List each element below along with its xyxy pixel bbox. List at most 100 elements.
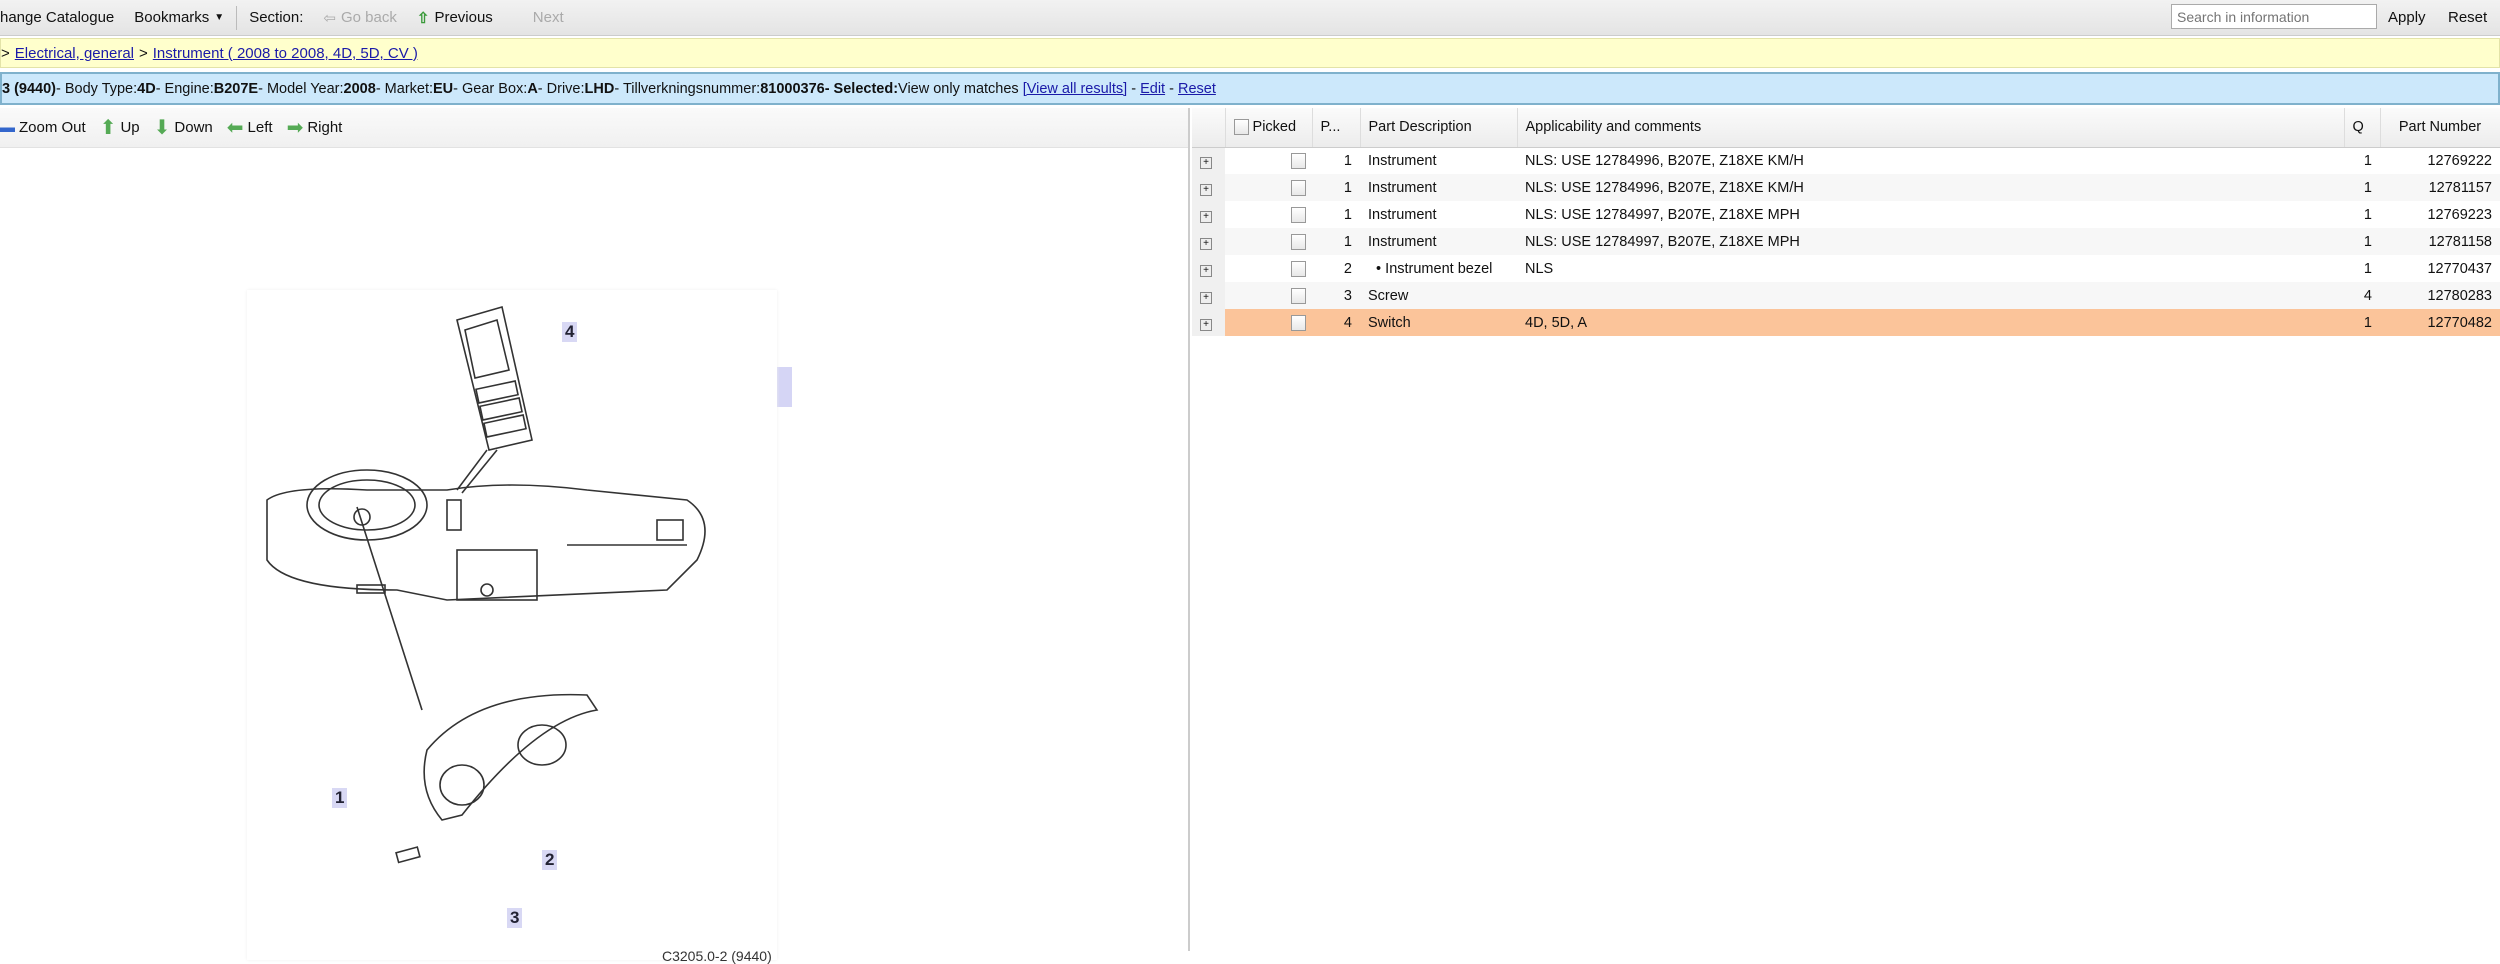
expand-icon[interactable]: + bbox=[1200, 156, 1212, 169]
part-number-cell[interactable]: 12780283 bbox=[2380, 282, 2500, 309]
part-number-cell[interactable]: 12781157 bbox=[2380, 174, 2500, 201]
info-label: - Market: bbox=[375, 80, 434, 97]
callout-3[interactable]: 3 bbox=[507, 908, 523, 928]
callout-2[interactable]: 2 bbox=[542, 850, 558, 870]
search-input[interactable] bbox=[2171, 4, 2377, 29]
part-number-column-header[interactable]: Part Number bbox=[2380, 108, 2500, 148]
description-cell: Instrument bbox=[1360, 228, 1517, 255]
position-cell: 1 bbox=[1312, 174, 1360, 201]
description-cell: Instrument bbox=[1360, 174, 1517, 201]
zoom-out-icon: ▬ bbox=[0, 119, 15, 136]
table-row[interactable]: + 1 Instrument NLS: USE 12784997, B207E,… bbox=[1192, 201, 2500, 228]
applicability-cell: NLS: USE 12784996, B207E, Z18XE KM/H bbox=[1517, 174, 2344, 201]
select-all-checkbox[interactable] bbox=[1233, 119, 1249, 136]
expand-icon[interactable]: + bbox=[1200, 291, 1212, 304]
edit-link[interactable]: Edit bbox=[1140, 81, 1165, 97]
description-cell: Switch bbox=[1360, 309, 1517, 336]
zoom-out-button[interactable]: ▬ Zoom Out bbox=[0, 119, 86, 136]
expand-icon[interactable]: + bbox=[1200, 318, 1212, 331]
left-label: Left bbox=[247, 119, 273, 136]
table-row[interactable]: + 1 Instrument NLS: USE 12784996, B207E,… bbox=[1192, 174, 2500, 201]
picked-checkbox[interactable] bbox=[1291, 152, 1306, 169]
position-column-header[interactable]: P... bbox=[1312, 108, 1361, 148]
expand-icon[interactable]: + bbox=[1200, 264, 1212, 277]
info-label: - Tillverkningsnummer: bbox=[614, 80, 761, 97]
description-cell: Instrument bbox=[1368, 152, 1437, 169]
picked-checkbox[interactable] bbox=[1291, 260, 1306, 277]
applicability-cell: NLS bbox=[1525, 260, 1554, 277]
expand-cell: + bbox=[1192, 147, 1225, 174]
position-cell: 1 bbox=[1312, 228, 1360, 255]
table-row[interactable]: + 2 • Instrument bezel NLS 1 12770437 bbox=[1192, 255, 2500, 282]
picked-checkbox[interactable] bbox=[1291, 233, 1306, 250]
go-back-button[interactable]: ⇦ Go back bbox=[313, 9, 406, 27]
picked-checkbox[interactable] bbox=[1291, 206, 1306, 223]
breadcrumb-electrical-general[interactable]: Electrical, general bbox=[15, 45, 134, 62]
quantity-cell: 1 bbox=[2344, 228, 2380, 255]
info-label: - Drive: bbox=[537, 80, 585, 97]
part-number-cell[interactable]: 12769222 bbox=[2380, 147, 2500, 174]
description-column-header[interactable]: Part Description bbox=[1360, 108, 1518, 148]
up-label: Up bbox=[120, 119, 140, 136]
applicability-column-header[interactable]: Applicability and comments bbox=[1517, 108, 2345, 148]
part-number-cell[interactable]: 12769223 bbox=[2380, 201, 2500, 228]
quantity-cell: 1 bbox=[2363, 152, 2372, 169]
picked-checkbox[interactable] bbox=[1291, 314, 1306, 331]
picked-cell bbox=[1225, 147, 1312, 174]
gear-box: A bbox=[527, 80, 538, 97]
callout-4[interactable]: 4 bbox=[562, 322, 578, 342]
part-number-cell[interactable]: 12781158 bbox=[2380, 228, 2500, 255]
go-back-label: Go back bbox=[340, 9, 397, 26]
table-row[interactable]: + 4 Switch 4D, 5D, A 1 12770482 bbox=[1192, 309, 2500, 336]
left-button[interactable]: ⬅ Left bbox=[227, 115, 273, 140]
expand-cell: + bbox=[1192, 255, 1225, 282]
reset-button[interactable]: Reset bbox=[2448, 9, 2487, 26]
info-dash: - bbox=[1165, 80, 1178, 97]
chevron-down-icon: ▼ bbox=[214, 12, 225, 23]
applicability-cell: NLS: USE 12784997, B207E, Z18XE MPH bbox=[1525, 206, 1800, 223]
picked-checkbox[interactable] bbox=[1291, 179, 1306, 196]
table-row[interactable]: + 1 Instrument NLS: USE 12784997, B207E,… bbox=[1192, 228, 2500, 255]
expand-icon[interactable]: + bbox=[1200, 210, 1212, 223]
info-label: - Gear Box: bbox=[453, 80, 528, 97]
picked-column-header[interactable]: Picked bbox=[1225, 108, 1313, 148]
bookmarks-menu[interactable]: Bookmarks ▼ bbox=[124, 9, 234, 26]
down-button[interactable]: ⬇ Down bbox=[154, 115, 213, 140]
breadcrumb-instrument[interactable]: Instrument ( 2008 to 2008, 4D, 5D, CV ) bbox=[153, 45, 418, 62]
previous-button[interactable]: ⇧ Previous bbox=[407, 9, 503, 27]
position-cell: 1 bbox=[1343, 206, 1352, 223]
picked-header-label: Picked bbox=[1252, 119, 1297, 136]
drive: LHD bbox=[584, 80, 615, 97]
switch-drawing bbox=[456, 305, 533, 494]
info-label: - Model Year: bbox=[258, 80, 344, 97]
left-arrow-icon: ⬅ bbox=[226, 117, 244, 139]
breadcrumb: > Electrical, general > Instrument ( 200… bbox=[0, 38, 2500, 68]
next-button[interactable]: Next bbox=[503, 9, 574, 26]
position-cell: 1 bbox=[1343, 152, 1352, 169]
up-button[interactable]: ⬆ Up bbox=[100, 115, 140, 140]
expand-icon[interactable]: + bbox=[1200, 237, 1212, 250]
down-arrow-icon: ⬇ bbox=[153, 117, 171, 139]
expand-icon[interactable]: + bbox=[1200, 183, 1212, 196]
picked-checkbox[interactable] bbox=[1291, 287, 1306, 304]
info-label: - Selected: bbox=[824, 80, 899, 97]
quantity-column-header[interactable]: Q bbox=[2344, 108, 2381, 148]
parts-diagram[interactable]: 1 2 3 4 C3205.0-2 (9440) bbox=[247, 290, 777, 964]
table-row[interactable]: + 1 Instrument NLS: USE 12784996, B207E,… bbox=[1192, 147, 2500, 174]
quantity-cell: 1 bbox=[2344, 174, 2380, 201]
change-catalogue-button[interactable]: hange Catalogue bbox=[0, 9, 124, 26]
instrument-cluster-drawing bbox=[395, 693, 599, 864]
main-toolbar: hange Catalogue Bookmarks ▼ Section: ⇦ Go … bbox=[0, 0, 2500, 36]
view-all-results-link[interactable]: [View all results] bbox=[1023, 81, 1128, 97]
part-number-cell[interactable]: 12770437 bbox=[2380, 255, 2500, 282]
callout-1[interactable]: 1 bbox=[332, 788, 348, 808]
apply-button[interactable]: Apply bbox=[2388, 9, 2426, 26]
expand-cell: + bbox=[1192, 228, 1225, 255]
reset-link[interactable]: Reset bbox=[1178, 81, 1216, 97]
right-button[interactable]: ➡ Right bbox=[287, 115, 343, 140]
part-number-cell[interactable]: 12770482 bbox=[2380, 309, 2500, 336]
table-row[interactable]: + 3 Screw 4 12780283 bbox=[1192, 282, 2500, 309]
expand-cell: + bbox=[1192, 174, 1225, 201]
applicability-cell: 4D, 5D, A bbox=[1517, 309, 2344, 336]
diagram-caption: C3205.0-2 (9440) bbox=[662, 948, 772, 964]
